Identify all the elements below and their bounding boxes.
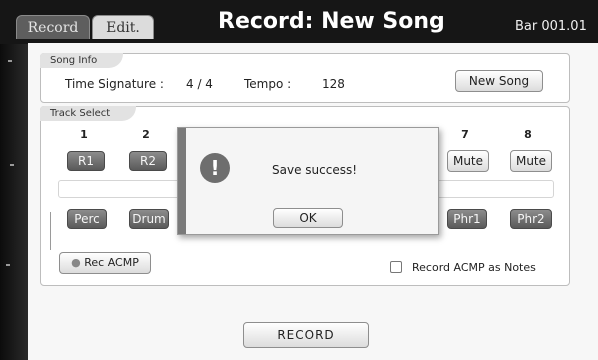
- save-success-dialog: ! Save success! OK: [177, 127, 439, 235]
- divider-line: [50, 212, 51, 250]
- track-number-2: 2: [142, 128, 150, 141]
- record-button[interactable]: RECORD: [243, 322, 369, 348]
- song-info-panel: Song Info Time Signature : 4 / 4 Tempo :…: [40, 53, 570, 103]
- record-acmp-notes-label: Record ACMP as Notes: [412, 261, 536, 274]
- top-bar: Record Edit. Record: New Song Bar 001.01: [0, 0, 598, 44]
- tab-edit[interactable]: Edit.: [92, 15, 154, 39]
- track-select-label: Track Select: [40, 106, 137, 121]
- track-r1-button[interactable]: R1: [67, 151, 105, 171]
- time-signature-value[interactable]: 4 / 4: [186, 77, 213, 91]
- track-number-1: 1: [80, 128, 88, 141]
- page-title: Record: New Song: [218, 9, 445, 34]
- track-r2-button[interactable]: R2: [129, 151, 167, 171]
- track-perc-button[interactable]: Perc: [67, 209, 107, 229]
- exclamation-icon: !: [200, 153, 230, 183]
- song-info-label: Song Info: [40, 53, 124, 68]
- rec-acmp-button[interactable]: ● Rec ACMP: [59, 252, 151, 274]
- tab-record[interactable]: Record: [16, 15, 90, 39]
- dialog-stripe: [178, 128, 186, 234]
- track-phr2-button[interactable]: Phr2: [510, 209, 552, 229]
- tempo-label: Tempo :: [244, 77, 292, 91]
- track-number-7: 7: [461, 128, 469, 141]
- dialog-message: Save success!: [272, 163, 358, 177]
- record-screen: Record Edit. Record: New Song Bar 001.01…: [0, 0, 598, 360]
- track-7-mute-button[interactable]: Mute: [447, 150, 489, 172]
- track-drum-button[interactable]: Drum: [129, 209, 169, 229]
- rec-indicator-icon: ●: [71, 256, 81, 269]
- record-acmp-notes-checkbox[interactable]: [390, 261, 402, 273]
- new-song-button[interactable]: New Song: [455, 70, 543, 92]
- track-phr1-button[interactable]: Phr1: [447, 209, 487, 229]
- rec-acmp-label: Rec ACMP: [84, 256, 139, 269]
- bar-readout: Bar 001.01: [515, 19, 587, 34]
- tempo-value[interactable]: 128: [322, 77, 345, 91]
- time-signature-label: Time Signature :: [65, 77, 164, 91]
- left-edge: [0, 44, 28, 360]
- track-8-mute-button[interactable]: Mute: [510, 150, 552, 172]
- track-number-8: 8: [524, 128, 532, 141]
- ok-button[interactable]: OK: [273, 208, 343, 228]
